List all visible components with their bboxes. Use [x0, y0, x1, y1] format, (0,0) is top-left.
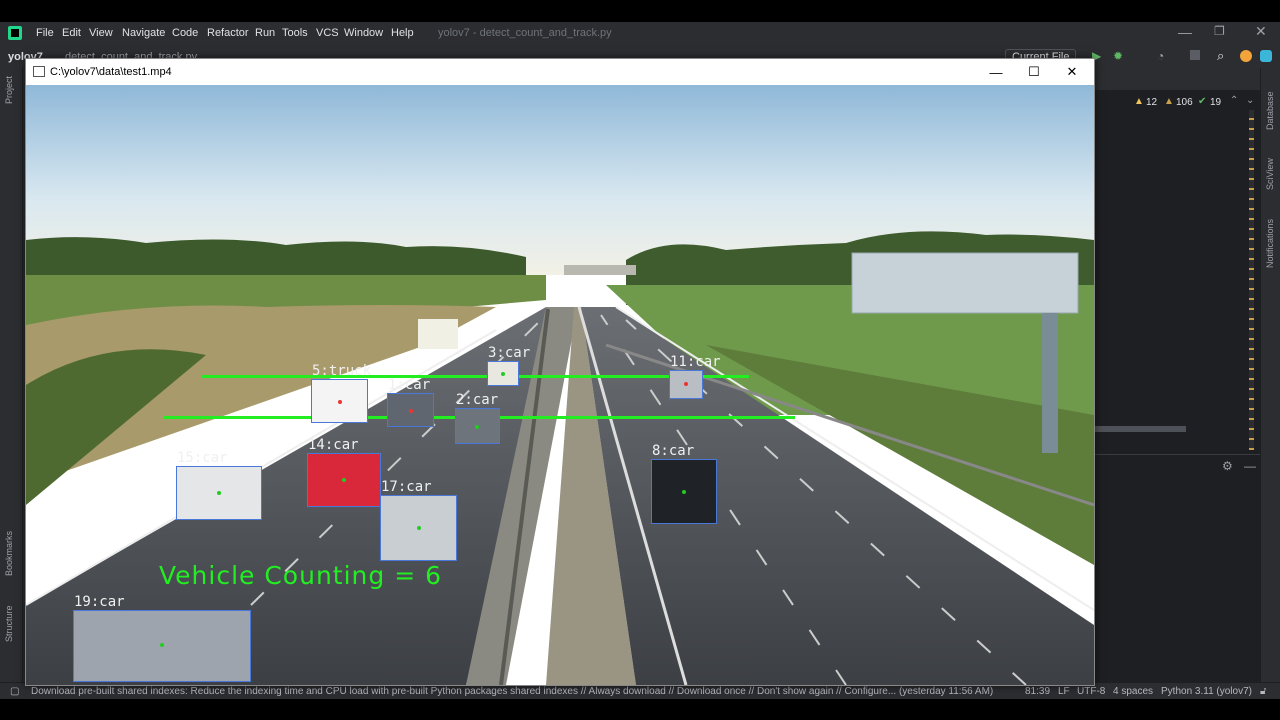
detection-centroid [342, 478, 346, 482]
counting-line-upper [201, 375, 749, 378]
detection-box: 15:car [176, 450, 262, 520]
detection-centroid [475, 425, 479, 429]
ok-count[interactable]: 19 [1210, 97, 1221, 108]
detection-label: 5:truck [312, 363, 372, 379]
warning-count-icon: ▲ [1164, 96, 1174, 107]
status-message[interactable]: Download pre-built shared indexes: Reduc… [31, 686, 1006, 697]
video-close-button[interactable]: ✕ [1053, 59, 1091, 85]
detection-centroid [682, 490, 686, 494]
file-encoding[interactable]: UTF-8 [1077, 686, 1105, 697]
detection-label: 19:car [74, 594, 125, 610]
detection-centroid [217, 491, 221, 495]
detection-label: 11:car [670, 354, 721, 370]
video-frame: 5:truck 1:car 3:car 2:car 11:car 14:car … [26, 85, 1094, 685]
detection-box: 14:car [307, 437, 381, 507]
editor-area[interactable]: ▲ 12 ▲ 106 ✔ 19 ⌃ ⌄ [1094, 90, 1260, 454]
menu-code[interactable]: Code [172, 27, 198, 39]
database-tool-tab[interactable]: Database [1265, 91, 1275, 130]
window-app-icon [33, 66, 45, 77]
profile-icon[interactable]: ◔ [1157, 49, 1164, 63]
menu-tools[interactable]: Tools [282, 27, 308, 39]
video-maximize-button[interactable]: ☐ [1015, 59, 1053, 85]
detection-box: 11:car [669, 354, 721, 399]
menu-vcs[interactable]: VCS [316, 27, 339, 39]
run-panel: ⚙ — [1094, 454, 1260, 683]
detection-centroid [684, 382, 688, 386]
vehicle-count-overlay: Vehicle Counting = 6 [159, 561, 443, 590]
detection-label: 14:car [308, 437, 359, 453]
detection-box: 3:car [487, 345, 530, 386]
detection-centroid [160, 643, 164, 647]
detection-label: 8:car [652, 443, 695, 459]
menu-run[interactable]: Run [255, 27, 275, 39]
right-tool-strip: Database SciView Notifications [1260, 68, 1280, 682]
detection-box: 5:truck [311, 363, 371, 423]
ide-minimize-button[interactable]: — [1178, 24, 1192, 40]
structure-tool-tab[interactable]: Structure [4, 605, 14, 642]
highway-scene [26, 85, 1094, 685]
detection-label: 1:car [388, 377, 431, 393]
sciview-tool-tab[interactable]: SciView [1265, 158, 1275, 190]
line-separator[interactable]: LF [1058, 686, 1070, 697]
project-tool-tab[interactable]: Project [4, 76, 14, 104]
ide-title: yolov7 - detect_count_and_track.py [438, 27, 612, 39]
horizontal-scrollbar[interactable] [1094, 426, 1186, 432]
warning-count[interactable]: 106 [1176, 97, 1193, 108]
python-interpreter[interactable]: Python 3.11 (yolov7) [1161, 686, 1252, 697]
detection-centroid [501, 372, 505, 376]
video-window-title: C:\yolov7\data\test1.mp4 [50, 66, 172, 78]
error-count-icon: ▲ [1134, 96, 1144, 107]
detection-label: 3:car [488, 345, 531, 361]
prev-highlight-icon[interactable]: ⌃ [1230, 95, 1238, 106]
detection-label: 17:car [381, 479, 432, 495]
lock-icon[interactable]: 🔓︎ [1260, 686, 1266, 697]
menu-file[interactable]: File [36, 27, 54, 39]
video-minimize-button[interactable]: — [977, 59, 1015, 85]
detection-box: 19:car [73, 594, 251, 682]
detection-box: 8:car [651, 443, 717, 524]
hide-panel-icon[interactable]: — [1244, 459, 1256, 473]
search-icon[interactable]: ⌕ [1217, 48, 1224, 64]
detection-box: 17:car [380, 479, 457, 561]
detection-box: 2:car [455, 392, 500, 444]
caret-position[interactable]: 81:39 [1025, 686, 1050, 697]
ide-close-button[interactable]: ✕ [1255, 23, 1267, 40]
updates-icon[interactable] [1240, 50, 1252, 62]
pycharm-logo-icon [8, 26, 22, 40]
error-count[interactable]: 12 [1146, 97, 1157, 108]
menu-bar: File Edit View Navigate Code Refactor Ru… [0, 22, 1280, 46]
indent-setting[interactable]: 4 spaces [1113, 686, 1153, 697]
detection-label: 15:car [177, 450, 228, 466]
menu-view[interactable]: View [89, 27, 113, 39]
error-stripe [1249, 110, 1254, 450]
left-tool-strip: Project Bookmarks Structure [0, 68, 23, 682]
notifications-tool-tab[interactable]: Notifications [1265, 219, 1275, 268]
plugin-icon[interactable] [1260, 50, 1272, 62]
detection-centroid [338, 400, 342, 404]
detection-box: 1:car [387, 377, 434, 427]
menu-refactor[interactable]: Refactor [207, 27, 249, 39]
next-highlight-icon[interactable]: ⌄ [1246, 95, 1254, 106]
menu-window[interactable]: Window [344, 27, 383, 39]
stop-icon[interactable] [1190, 50, 1200, 60]
detection-centroid [409, 409, 413, 413]
bookmarks-tool-tab[interactable]: Bookmarks [4, 531, 14, 576]
status-window-icon[interactable]: ▢ [10, 686, 19, 697]
video-window: C:\yolov7\data\test1.mp4 — ☐ ✕ 5:truck 1… [25, 58, 1095, 686]
video-title-bar[interactable]: C:\yolov7\data\test1.mp4 — ☐ ✕ [26, 59, 1094, 85]
menu-help[interactable]: Help [391, 27, 414, 39]
ide-restore-button[interactable]: ❐ [1214, 24, 1225, 38]
ok-count-icon: ✔ [1198, 96, 1207, 107]
menu-edit[interactable]: Edit [62, 27, 81, 39]
debug-icon[interactable]: ✹ [1113, 49, 1123, 63]
detection-centroid [417, 526, 421, 530]
gear-icon[interactable]: ⚙ [1222, 459, 1233, 473]
menu-navigate[interactable]: Navigate [122, 27, 165, 39]
detection-label: 2:car [456, 392, 499, 408]
